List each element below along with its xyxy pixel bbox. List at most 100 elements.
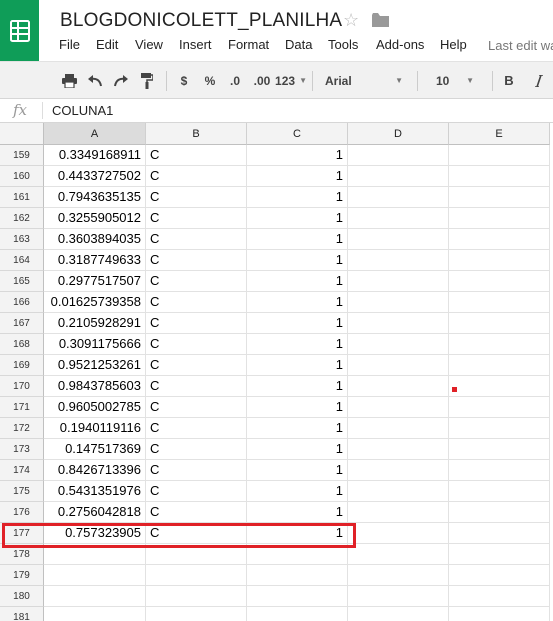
cell-e[interactable] bbox=[449, 229, 550, 250]
cell-a[interactable]: 0.2977517507 bbox=[44, 271, 146, 292]
column-header-e[interactable]: E bbox=[449, 123, 550, 145]
menu-format[interactable]: Format bbox=[228, 37, 269, 52]
row-header[interactable]: 167 bbox=[0, 313, 44, 334]
bold-button[interactable]: B bbox=[498, 62, 520, 99]
cell-e[interactable] bbox=[449, 145, 550, 166]
cell-d[interactable] bbox=[348, 250, 449, 271]
cell-e[interactable] bbox=[449, 523, 550, 544]
row-header[interactable]: 163 bbox=[0, 229, 44, 250]
cell-e[interactable] bbox=[449, 355, 550, 376]
cell-c[interactable]: 1 bbox=[247, 187, 348, 208]
cell-e[interactable] bbox=[449, 271, 550, 292]
column-header-c[interactable]: C bbox=[247, 123, 348, 145]
cell-d[interactable] bbox=[348, 145, 449, 166]
cell-d[interactable] bbox=[348, 166, 449, 187]
cell-e[interactable] bbox=[449, 565, 550, 586]
percent-button[interactable]: % bbox=[200, 62, 220, 99]
cell-a[interactable] bbox=[44, 586, 146, 607]
cell-d[interactable] bbox=[348, 376, 449, 397]
cell-e[interactable] bbox=[449, 502, 550, 523]
cell-c[interactable]: 1 bbox=[247, 313, 348, 334]
row-header[interactable]: 181 bbox=[0, 607, 44, 621]
cell-a[interactable]: 0.3255905012 bbox=[44, 208, 146, 229]
cell-c[interactable]: 1 bbox=[247, 145, 348, 166]
cell-c[interactable]: 1 bbox=[247, 439, 348, 460]
row-header[interactable]: 168 bbox=[0, 334, 44, 355]
cell-c[interactable]: 1 bbox=[247, 355, 348, 376]
cell-e[interactable] bbox=[449, 313, 550, 334]
menu-data[interactable]: Data bbox=[285, 37, 312, 52]
cell-b[interactable] bbox=[146, 607, 247, 621]
formula-input[interactable]: COLUNA1 bbox=[52, 103, 113, 118]
cell-c[interactable]: 1 bbox=[247, 376, 348, 397]
cell-d[interactable] bbox=[348, 523, 449, 544]
cell-a[interactable]: 0.7943635135 bbox=[44, 187, 146, 208]
cell-e[interactable] bbox=[449, 250, 550, 271]
row-header[interactable]: 159 bbox=[0, 145, 44, 166]
cell-c[interactable]: 1 bbox=[247, 460, 348, 481]
row-header[interactable]: 179 bbox=[0, 565, 44, 586]
cell-e[interactable] bbox=[449, 439, 550, 460]
italic-button[interactable] bbox=[528, 62, 550, 99]
cell-e[interactable] bbox=[449, 397, 550, 418]
star-icon[interactable]: ☆ bbox=[343, 10, 359, 31]
cell-b[interactable]: C bbox=[146, 250, 247, 271]
cell-a[interactable]: 0.9521253261 bbox=[44, 355, 146, 376]
paint-format-icon[interactable] bbox=[136, 62, 158, 99]
column-header-b[interactable]: B bbox=[146, 123, 247, 145]
cell-d[interactable] bbox=[348, 502, 449, 523]
cell-b[interactable]: C bbox=[146, 166, 247, 187]
cell-a[interactable]: 0.5431351976 bbox=[44, 481, 146, 502]
cell-d[interactable] bbox=[348, 397, 449, 418]
row-header[interactable]: 170 bbox=[0, 376, 44, 397]
cell-e[interactable] bbox=[449, 166, 550, 187]
cell-e[interactable] bbox=[449, 607, 550, 621]
cell-c[interactable] bbox=[247, 586, 348, 607]
cell-b[interactable]: C bbox=[146, 229, 247, 250]
font-size-select[interactable]: 10 ▼ bbox=[424, 62, 486, 99]
cell-d[interactable] bbox=[348, 565, 449, 586]
row-header[interactable]: 169 bbox=[0, 355, 44, 376]
cell-c[interactable]: 1 bbox=[247, 481, 348, 502]
row-header[interactable]: 162 bbox=[0, 208, 44, 229]
cell-e[interactable] bbox=[449, 586, 550, 607]
cell-d[interactable] bbox=[348, 544, 449, 565]
last-edit-link[interactable]: Last edit wa bbox=[488, 38, 553, 53]
cell-d[interactable] bbox=[348, 208, 449, 229]
select-all-corner[interactable] bbox=[0, 123, 44, 145]
row-header[interactable]: 175 bbox=[0, 481, 44, 502]
cell-b[interactable]: C bbox=[146, 292, 247, 313]
cell-e[interactable] bbox=[449, 376, 550, 397]
currency-button[interactable]: $ bbox=[174, 62, 194, 99]
cell-c[interactable]: 1 bbox=[247, 271, 348, 292]
cell-e[interactable] bbox=[449, 460, 550, 481]
menu-insert[interactable]: Insert bbox=[179, 37, 212, 52]
font-family-select[interactable]: Arial ▼ bbox=[317, 62, 411, 99]
print-icon[interactable] bbox=[58, 62, 80, 99]
cell-d[interactable] bbox=[348, 481, 449, 502]
cell-e[interactable] bbox=[449, 418, 550, 439]
cell-a[interactable]: 0.9843785603 bbox=[44, 376, 146, 397]
cell-d[interactable] bbox=[348, 313, 449, 334]
cell-c[interactable] bbox=[247, 607, 348, 621]
cell-a[interactable]: 0.4433727502 bbox=[44, 166, 146, 187]
row-header[interactable]: 165 bbox=[0, 271, 44, 292]
cell-a[interactable]: 0.9605002785 bbox=[44, 397, 146, 418]
row-header[interactable]: 176 bbox=[0, 502, 44, 523]
cell-a[interactable]: 0.3187749633 bbox=[44, 250, 146, 271]
cell-d[interactable] bbox=[348, 586, 449, 607]
cell-e[interactable] bbox=[449, 187, 550, 208]
menu-file[interactable]: File bbox=[59, 37, 80, 52]
cell-b[interactable]: C bbox=[146, 418, 247, 439]
cell-a[interactable]: 0.3603894035 bbox=[44, 229, 146, 250]
cell-d[interactable] bbox=[348, 334, 449, 355]
cell-d[interactable] bbox=[348, 418, 449, 439]
cell-c[interactable]: 1 bbox=[247, 250, 348, 271]
folder-icon[interactable] bbox=[372, 13, 389, 28]
cell-b[interactable]: C bbox=[146, 313, 247, 334]
row-header[interactable]: 173 bbox=[0, 439, 44, 460]
menu-edit[interactable]: Edit bbox=[96, 37, 118, 52]
more-formats-button[interactable]: 123 ▼ bbox=[275, 62, 307, 99]
menu-help[interactable]: Help bbox=[440, 37, 467, 52]
row-header[interactable]: 180 bbox=[0, 586, 44, 607]
